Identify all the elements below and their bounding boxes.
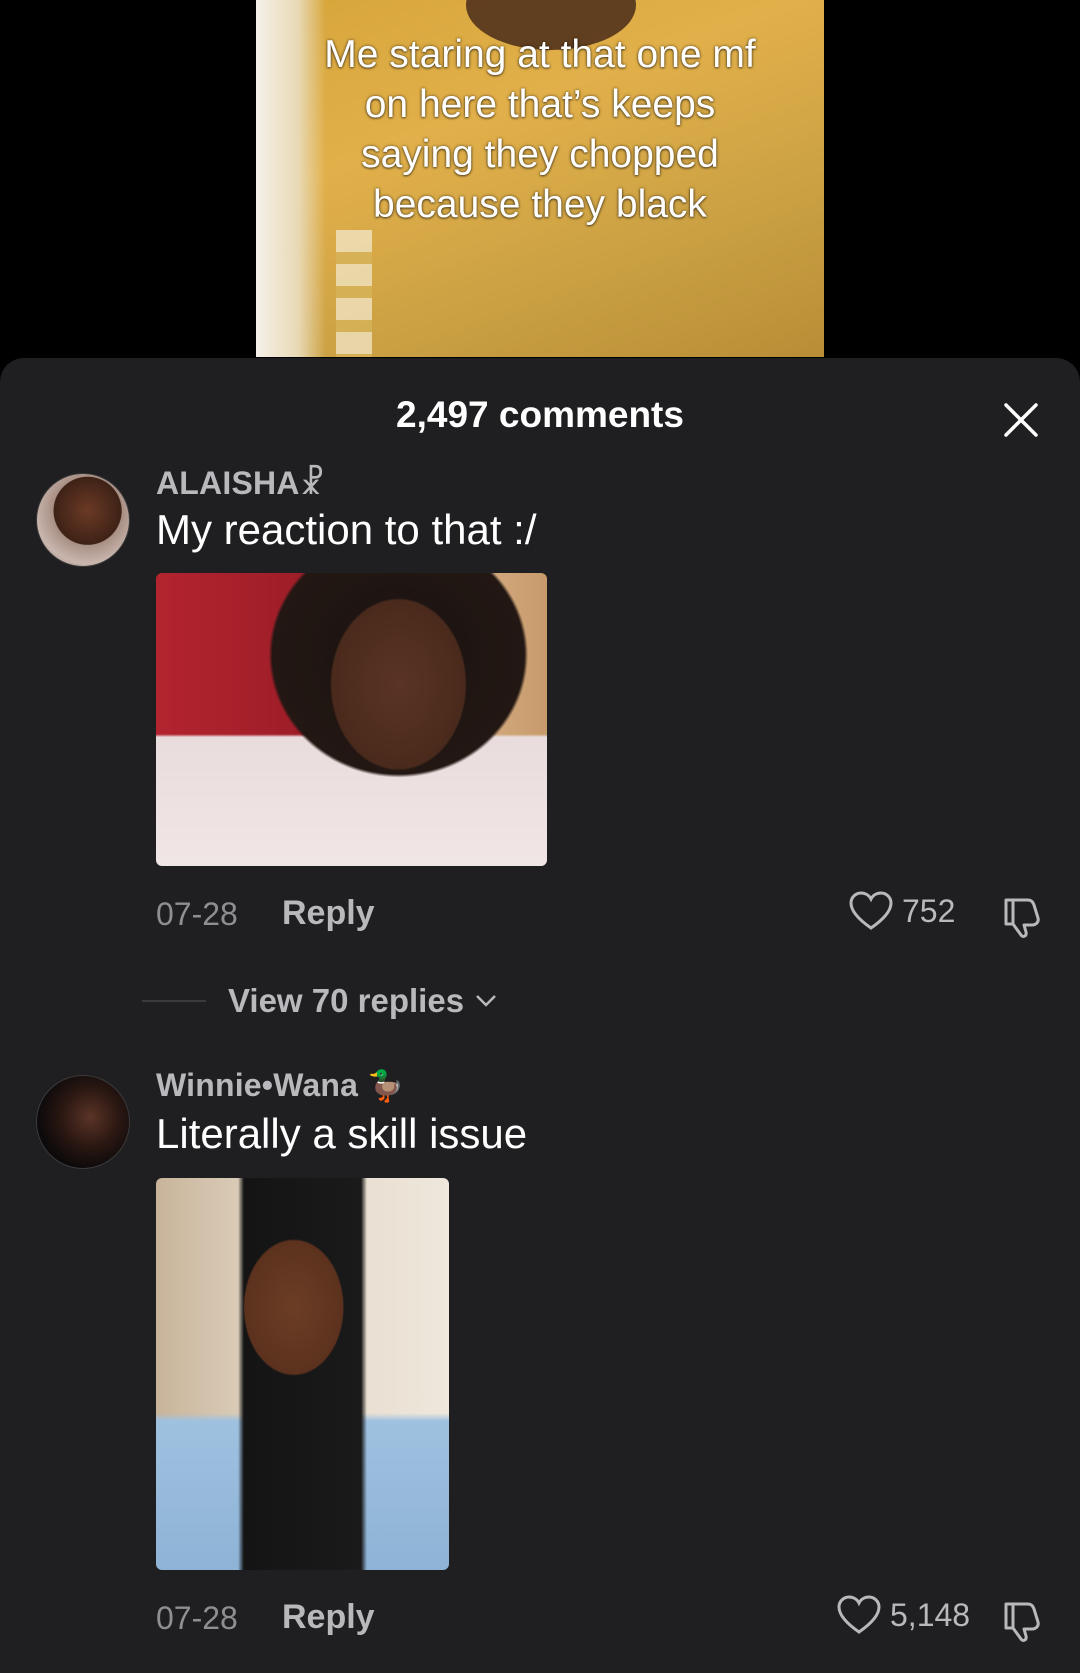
comment-text: My reaction to that :/ xyxy=(156,506,537,553)
video-background-detail xyxy=(336,230,372,357)
like-button[interactable]: 752 xyxy=(848,890,955,932)
comment-image[interactable] xyxy=(156,573,547,866)
heart-icon xyxy=(849,891,893,930)
dislike-button[interactable] xyxy=(998,894,1046,942)
video-caption: Me staring at that one mf on here that’s… xyxy=(324,33,756,226)
comment-username-text: Winnie•Wana xyxy=(156,1067,359,1103)
comment-text: Literally a skill issue xyxy=(156,1110,528,1157)
comment-username[interactable]: Winnie•Wana 🦆 xyxy=(156,1067,405,1104)
comment-username[interactable]: ALAISHA☧ xyxy=(156,464,325,502)
comment-image[interactable] xyxy=(156,1178,449,1570)
comments-count-title: 2,497 comments xyxy=(396,394,684,435)
thumbs-down-icon xyxy=(1004,898,1040,938)
divider xyxy=(142,1000,206,1002)
comments-header: 2,497 comments xyxy=(0,358,1080,438)
dislike-button[interactable] xyxy=(998,1598,1046,1646)
avatar[interactable] xyxy=(36,473,130,567)
like-count: 752 xyxy=(902,892,956,929)
duck-emoji-icon: 🦆 xyxy=(367,1070,405,1103)
reply-button[interactable]: Reply xyxy=(282,1598,375,1637)
like-count: 5,148 xyxy=(890,1596,971,1633)
chevron-down-icon xyxy=(476,995,496,1007)
view-replies-button[interactable]: View 70 replies xyxy=(142,982,498,1020)
reply-button[interactable]: Reply xyxy=(282,894,375,933)
close-icon xyxy=(1004,403,1038,437)
comment-date: 07-28 xyxy=(156,896,238,932)
avatar[interactable] xyxy=(36,1075,130,1169)
video-player[interactable]: Me staring at that one mf on here that’s… xyxy=(0,0,1080,390)
thumbs-down-icon xyxy=(1004,1602,1040,1642)
heart-icon xyxy=(837,1595,881,1634)
like-button[interactable]: 5,148 xyxy=(836,1594,970,1636)
view-replies-label: View 70 replies xyxy=(228,982,465,1019)
close-button[interactable] xyxy=(995,394,1047,446)
comment-date: 07-28 xyxy=(156,1600,238,1636)
comments-sheet: 2,497 comments ALAISHA☧ My reaction to t… xyxy=(0,358,1080,1673)
